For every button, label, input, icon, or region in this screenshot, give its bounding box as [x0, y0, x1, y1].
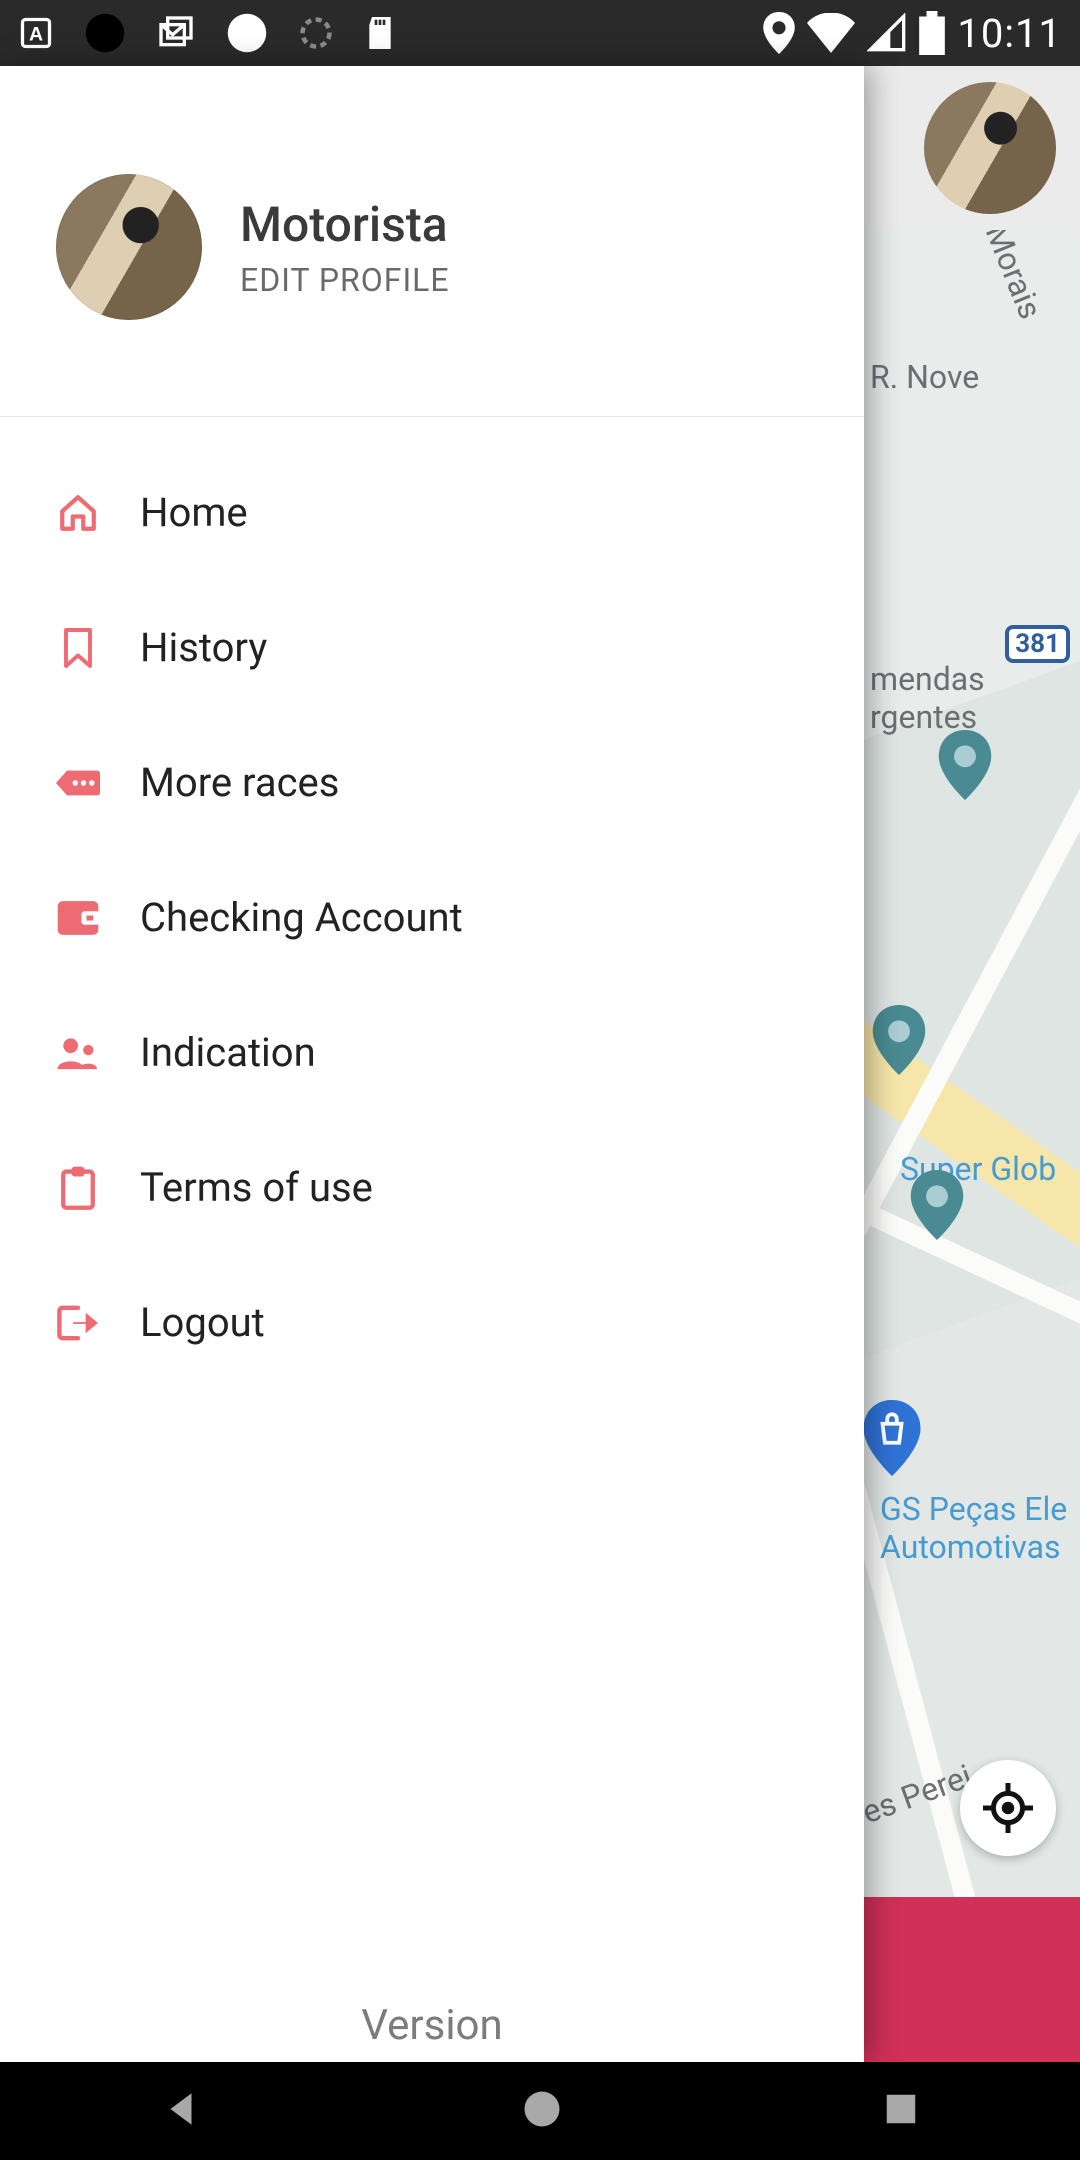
home-button[interactable]: [521, 2088, 563, 2134]
map-label-encomendas: mendas rgentes: [870, 660, 985, 737]
route-badge-381: 381: [1005, 625, 1070, 663]
svg-text:A: A: [29, 24, 43, 46]
map-label-r-nove: R. Nove: [870, 358, 979, 396]
status-right-icons: 10:11: [763, 10, 1062, 57]
menu-item-label: Indication: [140, 1029, 316, 1076]
location-icon: [763, 12, 795, 54]
map-label-perei: es Perei: [857, 1757, 977, 1832]
menu-item-label: More races: [140, 759, 339, 806]
sd-card-icon: [364, 14, 396, 52]
recent-apps-button[interactable]: [882, 2090, 920, 2132]
menu-item-home[interactable]: Home: [0, 445, 864, 580]
map-pin-shopping-icon: [862, 1400, 922, 1476]
dot-icon: [226, 12, 268, 54]
people-icon: [56, 1031, 100, 1075]
header-avatar[interactable]: [924, 82, 1056, 214]
sync-icon: [298, 15, 334, 51]
drawer-profile-header[interactable]: Motorista EDIT PROFILE: [0, 66, 864, 417]
menu-item-label: History: [140, 624, 267, 671]
logout-icon: [56, 1301, 100, 1345]
crosshair-icon: [983, 1783, 1033, 1833]
map-label-gs-pecas: GS Peças Ele Automotivas: [880, 1490, 1067, 1567]
clipboard-icon: [56, 1166, 100, 1210]
menu-item-label: Logout: [140, 1299, 265, 1346]
menu-item-more-races[interactable]: More races: [0, 715, 864, 850]
edit-profile-link[interactable]: EDIT PROFILE: [240, 261, 450, 299]
navigation-drawer: Motorista EDIT PROFILE Home History More…: [0, 66, 864, 2062]
menu-item-indication[interactable]: Indication: [0, 985, 864, 1120]
drawer-menu: Home History More races Checking Account: [0, 417, 864, 1390]
cellular-icon: [867, 13, 907, 53]
map-pin-icon: [872, 1005, 926, 1075]
map-label-osorio: R. Osório de Morais: [910, 230, 1050, 324]
system-nav-bar: [0, 2062, 1080, 2160]
wallet-icon: [56, 896, 100, 940]
wifi-icon: [807, 13, 855, 53]
menu-item-logout[interactable]: Logout: [0, 1255, 864, 1390]
menu-item-terms[interactable]: Terms of use: [0, 1120, 864, 1255]
menu-item-checking-account[interactable]: Checking Account: [0, 850, 864, 985]
back-button[interactable]: [160, 2088, 202, 2134]
more-tag-icon: [56, 761, 100, 805]
status-left-icons: A: [18, 12, 396, 54]
menu-item-history[interactable]: History: [0, 580, 864, 715]
drawer-version-label: Version: [0, 1987, 864, 2062]
profile-avatar: [56, 174, 202, 320]
menu-item-label: Checking Account: [140, 894, 463, 941]
menu-item-label: Home: [140, 489, 248, 536]
bookmark-icon: [56, 626, 100, 670]
map-pin-icon: [910, 1170, 964, 1240]
keyboard-icon: A: [18, 15, 54, 51]
my-location-button[interactable]: [960, 1760, 1056, 1856]
battery-icon: [919, 11, 945, 55]
profile-name: Motorista: [240, 196, 450, 253]
home-icon: [56, 491, 100, 535]
map-pin-icon: [938, 730, 992, 800]
menu-item-label: Terms of use: [140, 1164, 373, 1211]
status-time: 10:11: [957, 10, 1062, 57]
dot-icon: [84, 12, 126, 54]
status-bar: A 10:11: [0, 0, 1080, 66]
mail-icon: [156, 13, 196, 53]
